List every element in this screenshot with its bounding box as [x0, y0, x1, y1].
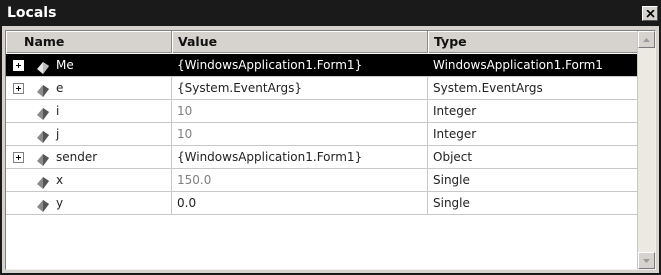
variable-value[interactable]: {WindowsApplication1.Form1}	[172, 54, 428, 76]
plus-expander-icon[interactable]	[13, 152, 24, 163]
variable-name: i	[56, 104, 60, 118]
name-cell: i	[6, 100, 172, 122]
variable-type: Integer	[433, 127, 477, 141]
arrow-down-icon	[643, 258, 650, 263]
variable-name: j	[56, 127, 60, 141]
variable-value[interactable]: 10	[172, 100, 428, 122]
arrow-up-icon	[643, 37, 650, 42]
locals-window: Locals Name Value Type Me {WindowsApplica…	[0, 0, 661, 275]
locals-panel: Name Value Type Me {WindowsApplication1.F…	[5, 30, 656, 270]
name-cell: y	[6, 192, 172, 214]
variable-row[interactable]: i 10 Integer	[6, 100, 637, 123]
close-icon	[645, 9, 655, 18]
variable-value[interactable]: {WindowsApplication1.Form1}	[172, 146, 428, 168]
field-diamond-icon	[37, 151, 49, 166]
field-diamond-icon	[37, 59, 49, 74]
variable-type: Integer	[433, 104, 477, 118]
variable-value[interactable]: 0.0	[172, 192, 428, 214]
column-header-name[interactable]: Name	[6, 31, 172, 53]
field-diamond-icon	[37, 128, 49, 143]
name-cell: Me	[6, 54, 172, 76]
variable-value[interactable]: {System.EventArgs}	[172, 77, 428, 99]
variable-name: x	[56, 173, 64, 187]
field-diamond-icon	[37, 105, 49, 120]
variable-list: Me {WindowsApplication1.Form1} WindowsAppl…	[6, 54, 637, 215]
locals-grid: Name Value Type Me {WindowsApplication1.F…	[6, 31, 637, 269]
variable-name: e	[56, 81, 64, 95]
variable-row[interactable]: y 0.0 Single	[6, 192, 637, 215]
field-diamond-icon	[37, 82, 49, 97]
name-cell: j	[6, 123, 172, 145]
variable-value[interactable]: 150.0	[172, 169, 428, 191]
variable-row[interactable]: e {System.EventArgs} System.EventArgs	[6, 77, 637, 100]
name-cell: e	[6, 77, 172, 99]
name-cell: x	[6, 169, 172, 191]
variable-type: Single	[433, 173, 470, 187]
variable-type: Single	[433, 196, 470, 210]
variable-name: Me	[56, 58, 74, 72]
variable-type: System.EventArgs	[433, 81, 543, 95]
window-title: Locals	[7, 5, 57, 21]
title-bar[interactable]: Locals	[2, 2, 659, 26]
variable-type: WindowsApplication1.Form1	[428, 54, 637, 76]
variable-row[interactable]: x 150.0 Single	[6, 169, 637, 192]
name-cell: sender	[6, 146, 172, 168]
variable-name: sender	[56, 150, 98, 164]
variable-row[interactable]: sender {WindowsApplication1.Form1} Object	[6, 146, 637, 169]
column-header-value[interactable]: Value	[172, 31, 428, 53]
column-header: Name Value Type	[6, 31, 637, 53]
column-header-type[interactable]: Type	[428, 31, 637, 53]
field-diamond-icon	[37, 174, 49, 189]
scroll-up-button[interactable]	[638, 31, 655, 48]
field-diamond-icon	[37, 197, 49, 212]
close-button[interactable]	[642, 6, 658, 21]
variable-name: y	[56, 196, 64, 210]
variable-row[interactable]: j 10 Integer	[6, 123, 637, 146]
plus-expander-icon[interactable]	[13, 60, 24, 71]
variable-value[interactable]: 10	[172, 123, 428, 145]
vertical-scrollbar[interactable]	[637, 31, 655, 269]
variable-row[interactable]: Me {WindowsApplication1.Form1} WindowsAppl…	[6, 54, 637, 77]
plus-expander-icon[interactable]	[13, 83, 24, 94]
variable-type: Object	[433, 150, 473, 164]
scroll-down-button[interactable]	[638, 252, 655, 269]
